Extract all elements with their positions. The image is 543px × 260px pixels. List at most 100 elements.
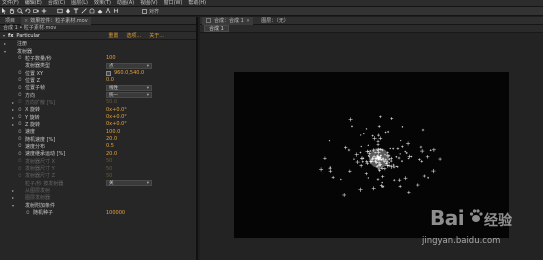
collapsed-triangle-icon[interactable]: ▸ <box>12 195 14 200</box>
property-row[interactable]: ⏱ 位置 Z 0.0 <box>0 77 196 84</box>
collapsed-triangle-icon[interactable]: ▸ <box>12 115 14 120</box>
stopwatch-icon[interactable]: ⏱ <box>18 77 22 83</box>
menu-item[interactable]: 效果(T) <box>94 0 111 7</box>
property-row[interactable]: ⏱ 发射器尺寸 X 50 <box>0 158 196 165</box>
pan-behind-icon[interactable] <box>40 7 48 15</box>
property-row[interactable]: ▾ 发射附加条件 <box>0 202 196 209</box>
stopwatch-icon[interactable]: ⏱ <box>26 210 30 216</box>
subtab-comp-1[interactable]: 合成 1 <box>204 25 229 32</box>
property-row[interactable]: ⏱ 发射器尺寸 Z 50 <box>0 172 196 180</box>
property-row[interactable]: ⏱ 粒子数量/秒 100 <box>0 55 196 62</box>
property-value[interactable]: 20.0 <box>106 151 117 157</box>
collapsed-triangle-icon[interactable]: ▸ <box>4 41 6 46</box>
property-value[interactable]: 0.5 <box>106 143 114 149</box>
menu-item[interactable]: 图层(L) <box>71 0 88 7</box>
property-value[interactable]: 0.0 <box>106 77 114 83</box>
stopwatch-icon[interactable]: ⏱ <box>18 99 22 105</box>
collapsed-triangle-icon[interactable]: ▸ <box>12 100 14 105</box>
zoom-icon[interactable] <box>16 7 24 15</box>
snap-checkbox[interactable] <box>142 8 147 14</box>
property-value[interactable]: 0x+0.0° <box>106 114 127 120</box>
stopwatch-icon[interactable]: ⏱ <box>18 114 22 120</box>
property-row[interactable]: ▸ ⏱ 方向扩散 [%] 50.0 <box>0 99 196 106</box>
property-value[interactable]: 100000 <box>106 210 125 216</box>
expanded-triangle-icon[interactable]: ▾ <box>12 203 14 208</box>
property-row[interactable]: ⏱ 发射器尺寸 Y 50 <box>0 165 196 173</box>
stopwatch-icon[interactable]: ⏱ <box>18 107 22 113</box>
property-row[interactable]: ▸ ⏱ X 旋转 0x+0.0° <box>0 106 196 114</box>
rotate-icon[interactable] <box>24 7 32 15</box>
stopwatch-icon[interactable]: ⏱ <box>18 166 22 172</box>
options-link[interactable]: 选项... <box>126 32 141 39</box>
hand-icon[interactable] <box>8 7 16 15</box>
stopwatch-icon[interactable]: ⏱ <box>18 143 22 149</box>
menu-item[interactable]: 文件(F) <box>2 0 19 7</box>
property-value[interactable]: 100.0 <box>106 129 120 135</box>
stopwatch-icon[interactable]: ⏱ <box>18 158 22 164</box>
lock-icon[interactable] <box>206 18 211 23</box>
property-value[interactable]: 960.0,540.0 <box>114 70 144 76</box>
property-row[interactable]: 粒子/秒 按发射器关 ▾ <box>0 180 196 187</box>
stopwatch-icon[interactable]: ⏱ <box>18 70 22 76</box>
pen-icon[interactable] <box>64 7 72 15</box>
menu-item[interactable]: 窗口(W) <box>164 0 183 7</box>
collapse-triangle-icon[interactable]: ▾ <box>3 33 5 38</box>
property-row[interactable]: ⏱ 位置 XY 960.0,540.0 <box>0 69 196 77</box>
tab-layer[interactable]: 图层：（无） <box>257 17 293 25</box>
property-row[interactable]: ⏱ 速度继承运动 [%] 20.0 <box>0 150 196 158</box>
property-row[interactable]: ⏱ 速度 100.0 <box>0 128 196 136</box>
selection-icon[interactable] <box>0 7 8 15</box>
menu-item[interactable]: 合成(C) <box>48 0 65 7</box>
expanded-triangle-icon[interactable]: ▾ <box>4 49 6 54</box>
property-value[interactable]: 50 <box>106 173 112 179</box>
property-row[interactable]: ⏱ 随机速度 [%] 20.0 <box>0 135 196 143</box>
camera-icon[interactable] <box>32 7 40 15</box>
property-row[interactable]: 发射器类型点 ▾ <box>0 62 196 69</box>
puppet-icon[interactable] <box>112 7 120 15</box>
tab-project[interactable]: 项目 <box>2 17 18 25</box>
property-dropdown[interactable]: 点 ▾ <box>106 62 152 69</box>
property-row[interactable]: ⏱ 随机种子 100000 <box>0 209 196 217</box>
property-row[interactable]: ▸ 注册 <box>0 40 196 47</box>
property-value[interactable]: 50 <box>106 166 112 172</box>
property-dropdown[interactable]: 线性 ▾ <box>106 84 152 91</box>
collapsed-triangle-icon[interactable]: ▸ <box>12 122 14 127</box>
property-row[interactable]: ▾ 发射器 <box>0 47 196 55</box>
crosshair-icon[interactable] <box>106 70 111 76</box>
stopwatch-icon[interactable]: ⏱ <box>18 151 22 157</box>
property-row[interactable]: ▸ 从图层发射 <box>0 187 196 194</box>
property-row[interactable]: ⏱ 方向 统一 ▾ <box>0 91 196 99</box>
fx-toggle-icon[interactable]: fx <box>8 33 13 39</box>
property-row[interactable]: ▸ ⏱ Y 旋转 0x+0.0° <box>0 113 196 121</box>
stopwatch-icon[interactable]: ⏱ <box>18 173 22 179</box>
tab-effect-controls[interactable]: × 效果控件：粒子素材.mov <box>21 17 91 25</box>
property-value[interactable]: 20.0 <box>106 136 117 142</box>
property-dropdown[interactable]: 统一 ▾ <box>106 92 152 99</box>
close-icon[interactable]: × <box>24 18 28 24</box>
stopwatch-icon[interactable]: ⏱ <box>18 85 22 91</box>
property-value[interactable]: 100 <box>106 55 116 61</box>
stopwatch-icon[interactable]: ⏱ <box>18 55 22 61</box>
property-row[interactable]: ⏱ 位置子帧 线性 ▾ <box>0 84 196 91</box>
brush-icon[interactable] <box>80 7 88 15</box>
stopwatch-icon[interactable]: ⏱ <box>18 136 22 142</box>
effect-header-particular[interactable]: ▾ fx Particular 重置 选项... 关于... <box>0 32 196 40</box>
menu-item[interactable]: 帮助(H) <box>188 0 206 7</box>
property-row[interactable]: ▸ ⏱ Z 旋转 0x+0.0° <box>0 121 196 128</box>
property-dropdown[interactable]: 关 ▾ <box>106 180 152 187</box>
menu-item[interactable]: 编辑(E) <box>25 0 42 7</box>
clone-icon[interactable] <box>88 7 96 15</box>
menu-icon[interactable]: ▾ <box>247 18 250 24</box>
stopwatch-icon[interactable]: ⏱ <box>18 129 22 135</box>
about-link[interactable]: 关于... <box>149 32 164 39</box>
property-row[interactable]: ⏱ 速度分布 0.5 <box>0 143 196 150</box>
property-value[interactable]: 0x+0.0° <box>106 121 127 127</box>
stopwatch-icon[interactable]: ⏱ <box>18 92 22 98</box>
collapsed-triangle-icon[interactable]: ▸ <box>12 188 14 193</box>
roto-icon[interactable] <box>104 7 112 15</box>
menu-item[interactable]: 动画(A) <box>117 0 134 7</box>
property-row[interactable]: ▸ 图层发射器 <box>0 194 196 201</box>
property-value[interactable]: 50.0 <box>106 99 117 105</box>
collapsed-triangle-icon[interactable]: ▸ <box>12 107 14 112</box>
text-icon[interactable] <box>72 7 80 15</box>
